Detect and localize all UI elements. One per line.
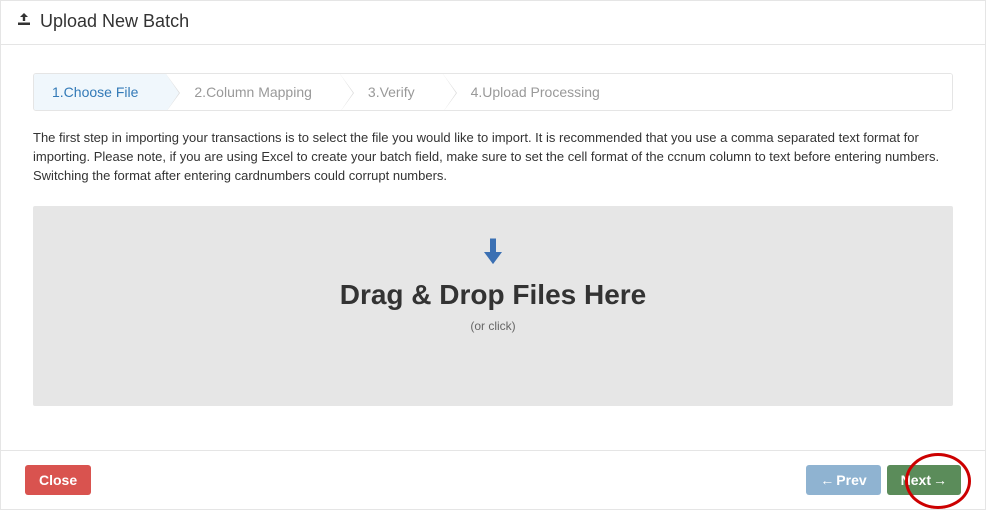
modal-body: 1.Choose File 2.Column Mapping 3.Verify … xyxy=(1,45,985,426)
prev-button[interactable]: Prev xyxy=(806,465,880,495)
arrow-left-icon xyxy=(820,472,836,488)
step-label: 2.Column Mapping xyxy=(194,84,312,100)
next-button[interactable]: Next xyxy=(887,465,961,495)
step-verify[interactable]: 3.Verify xyxy=(340,74,443,110)
wizard-steps: 1.Choose File 2.Column Mapping 3.Verify … xyxy=(33,73,953,111)
upload-batch-modal: Upload New Batch 1.Choose File 2.Column … xyxy=(0,0,986,510)
step-choose-file[interactable]: 1.Choose File xyxy=(34,74,166,110)
upload-icon xyxy=(16,12,32,32)
dropzone-title: Drag & Drop Files Here xyxy=(340,279,647,311)
footer-nav: Prev Next xyxy=(806,465,961,495)
intro-text: The first step in importing your transac… xyxy=(33,129,953,186)
file-dropzone[interactable]: Drag & Drop Files Here (or click) xyxy=(33,206,953,406)
close-button[interactable]: Close xyxy=(25,465,91,495)
modal-header: Upload New Batch xyxy=(1,1,985,45)
next-button-label: Next xyxy=(901,472,931,488)
dropzone-subtitle: (or click) xyxy=(470,319,515,333)
modal-footer: Close Prev Next xyxy=(1,450,985,509)
prev-button-label: Prev xyxy=(836,472,866,488)
step-label: 1.Choose File xyxy=(52,84,138,100)
step-upload-processing[interactable]: 4.Upload Processing xyxy=(443,74,952,110)
arrow-right-icon xyxy=(931,472,947,488)
modal-title: Upload New Batch xyxy=(40,11,189,32)
step-column-mapping[interactable]: 2.Column Mapping xyxy=(166,74,340,110)
step-label: 4.Upload Processing xyxy=(471,84,600,100)
step-label: 3.Verify xyxy=(368,84,415,100)
download-arrow-icon xyxy=(475,234,511,273)
